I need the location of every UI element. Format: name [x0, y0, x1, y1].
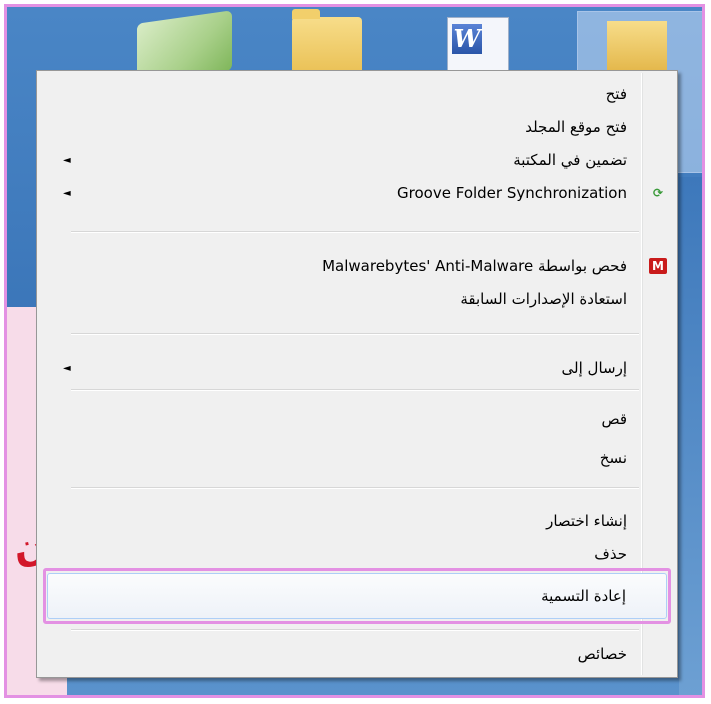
- menu-item-label: فحص بواسطة Malwarebytes' Anti-Malware: [322, 257, 627, 275]
- menu-item-open[interactable]: فتح: [39, 79, 675, 109]
- menu-item-scan-malwarebytes[interactable]: M فحص بواسطة Malwarebytes' Anti-Malware: [39, 251, 675, 281]
- desktop-icons-column: [679, 177, 702, 695]
- menu-item-label: قص: [601, 410, 627, 428]
- menu-item-properties[interactable]: خصائص: [39, 639, 675, 669]
- context-menu: فتح فتح موقع المجلد تضمين في المكتبة ◄ ⟳…: [36, 70, 678, 678]
- submenu-arrow-icon: ◄: [63, 362, 71, 374]
- menu-item-open-folder-location[interactable]: فتح موقع المجلد: [39, 112, 675, 142]
- menu-item-label: فتح موقع المجلد: [525, 118, 627, 136]
- menu-separator: [71, 333, 639, 335]
- menu-separator: [71, 629, 639, 631]
- word-logo-icon: W: [452, 24, 482, 54]
- groove-icon: ⟳: [652, 186, 664, 200]
- menu-separator: [71, 389, 639, 391]
- menu-item-label: خصائص: [577, 645, 627, 663]
- menu-item-label: تضمين في المكتبة: [513, 151, 627, 169]
- menu-item-label: حذف: [594, 545, 627, 563]
- menu-item-groove-sync[interactable]: ⟳ Groove Folder Synchronization ◄: [39, 178, 675, 208]
- desktop-folder-icon[interactable]: [292, 9, 362, 77]
- menu-item-label: نسخ: [599, 449, 627, 467]
- menu-item-send-to[interactable]: إرسال إلى ◄: [39, 353, 675, 383]
- menu-item-label: إعادة التسمية: [541, 587, 626, 605]
- menu-item-label: فتح: [605, 85, 627, 103]
- menu-item-include-in-library[interactable]: تضمين في المكتبة ◄: [39, 145, 675, 175]
- submenu-arrow-icon: ◄: [63, 154, 71, 166]
- malwarebytes-icon: M: [649, 258, 667, 274]
- menu-item-label: استعادة الإصدارات السابقة: [460, 290, 627, 308]
- menu-item-delete[interactable]: حذف: [39, 539, 675, 569]
- menu-separator: [71, 231, 639, 233]
- menu-item-copy[interactable]: نسخ: [39, 443, 675, 473]
- selected-folder-icon[interactable]: [607, 21, 667, 76]
- menu-item-label: Groove Folder Synchronization: [397, 184, 627, 202]
- desktop-word-document-icon[interactable]: W: [447, 17, 509, 75]
- menu-item-cut[interactable]: قص: [39, 404, 675, 434]
- submenu-arrow-icon: ◄: [63, 187, 71, 199]
- menu-item-create-shortcut[interactable]: إنشاء اختصار: [39, 506, 675, 536]
- menu-item-restore-previous-versions[interactable]: استعادة الإصدارات السابقة: [39, 284, 675, 314]
- menu-item-label: إنشاء اختصار: [546, 512, 627, 530]
- menu-item-label: إرسال إلى: [561, 359, 627, 377]
- menu-item-rename[interactable]: إعادة التسمية: [47, 573, 667, 619]
- menu-separator: [71, 487, 639, 489]
